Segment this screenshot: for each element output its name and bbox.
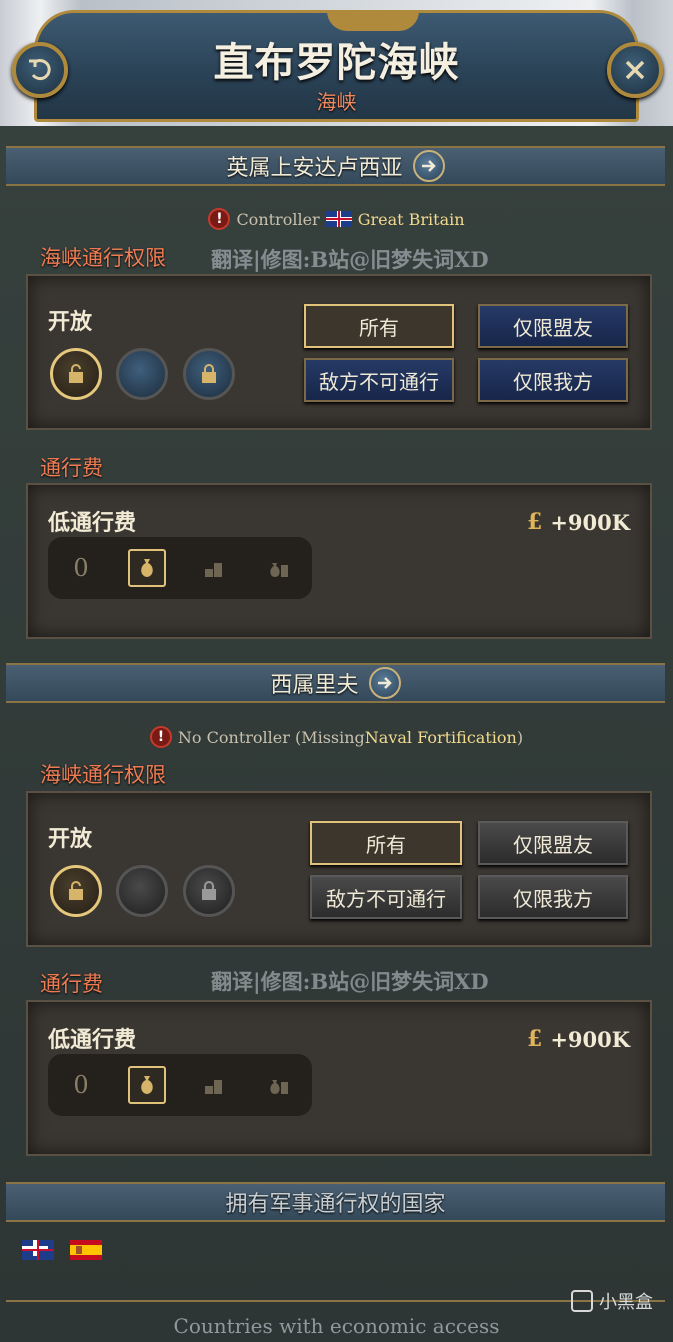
- controller-name[interactable]: Great Britain: [358, 210, 465, 229]
- toll-medium-button[interactable]: [194, 1066, 232, 1104]
- neutral-lock-button[interactable]: [116, 865, 168, 917]
- access-panel: 开放 所有 仅限盟友 敌方不可通行 仅限我方: [26, 274, 652, 430]
- controller-suffix: ): [516, 727, 524, 747]
- province-banner-2: 西属里夫: [6, 663, 665, 703]
- toll-low-button[interactable]: [128, 1066, 166, 1104]
- closed-lock-button[interactable]: [183, 865, 235, 917]
- toll-selector: 0: [48, 1054, 312, 1116]
- toll-panel: 低通行费 £ +900K 0: [26, 1000, 652, 1156]
- option-all-button[interactable]: 所有: [304, 304, 454, 348]
- closed-lock-icon: [202, 364, 216, 383]
- toll-label: 通行费: [40, 972, 103, 996]
- open-lock-icon: [69, 364, 83, 383]
- uk-flag-icon: [325, 211, 352, 227]
- option-no-enemy-button[interactable]: 敌方不可通行: [304, 358, 454, 402]
- option-self-only-button[interactable]: 仅限我方: [478, 358, 628, 402]
- neutral-lock-button[interactable]: [116, 348, 168, 400]
- toll-none-button[interactable]: 0: [62, 1066, 100, 1104]
- crest-ornament: [327, 11, 419, 31]
- toll-state: 低通行费: [48, 1027, 137, 1053]
- controller-line: ! No Controller (Missing Naval Fortifica…: [0, 726, 673, 748]
- toll-value: +900K: [550, 509, 630, 535]
- option-all-button[interactable]: 所有: [310, 821, 462, 865]
- option-no-enemy-button[interactable]: 敌方不可通行: [310, 875, 462, 919]
- toll-high-button[interactable]: [260, 1066, 298, 1104]
- open-lock-icon: [69, 881, 83, 900]
- toll-medium-button[interactable]: [194, 549, 232, 587]
- controller-line: ! Controller Great Britain: [0, 208, 673, 230]
- open-lock-button[interactable]: [50, 348, 102, 400]
- back-arrow-icon: [29, 59, 51, 80]
- coin-stack-icon: [205, 1080, 222, 1094]
- page-title: 直布罗陀海峡: [213, 39, 460, 86]
- arrow-right-icon: [377, 677, 392, 689]
- brand-text: 小黑盒: [599, 1292, 653, 1313]
- province-name: 英属上安达卢西亚: [226, 156, 403, 181]
- goto-province-button[interactable]: [368, 667, 401, 699]
- money-bag-small-icon: [141, 1076, 153, 1094]
- watermark: 翻译|修图:B站@旧梦失词XD: [211, 969, 489, 994]
- military-access-title: 拥有军事通行权的国家: [225, 1192, 446, 1217]
- closed-lock-icon: [202, 881, 216, 900]
- close-button[interactable]: [607, 42, 663, 98]
- uk-flag-icon[interactable]: [22, 1240, 54, 1260]
- money-bags-icon: [270, 563, 288, 577]
- toll-label: 通行费: [40, 456, 103, 480]
- pound-icon: £: [527, 1026, 543, 1052]
- toll-income: £ +900K: [527, 509, 630, 535]
- warning-icon: !: [208, 208, 231, 230]
- strait-panel: 直布罗陀海峡 海峡 英属上安达卢西亚 ! Controller Great Br…: [0, 0, 673, 1342]
- military-access-countries: [22, 1240, 102, 1260]
- toll-state: 低通行费: [48, 510, 137, 536]
- arrow-right-icon: [421, 160, 436, 172]
- access-panel: 开放 所有 仅限盟友 敌方不可通行 仅限我方: [26, 791, 652, 947]
- pound-icon: £: [527, 509, 543, 535]
- province-banner-1: 英属上安达卢西亚: [6, 146, 665, 186]
- brand-watermark: 小黑盒: [571, 1288, 653, 1314]
- close-icon: [625, 60, 645, 80]
- toll-high-button[interactable]: [260, 549, 298, 587]
- economic-access-title: Countries with economic access: [173, 1314, 500, 1338]
- closed-lock-button[interactable]: [183, 348, 235, 400]
- header: 直布罗陀海峡 海峡: [0, 0, 673, 126]
- back-button[interactable]: [12, 42, 68, 98]
- watermark: 翻译|修图:B站@旧梦失词XD: [211, 247, 489, 272]
- money-bags-icon: [270, 1080, 288, 1094]
- divider: [6, 1300, 665, 1302]
- controller-label: No Controller (Missing: [177, 727, 365, 747]
- missing-building[interactable]: Naval Fortification: [365, 728, 517, 747]
- goto-province-button[interactable]: [412, 150, 445, 182]
- coin-stack-icon: [205, 563, 222, 577]
- toll-income: £ +900K: [527, 1026, 630, 1052]
- access-state: 开放: [48, 826, 93, 852]
- money-bag-small-icon: [141, 559, 153, 577]
- access-state: 开放: [48, 309, 93, 335]
- warning-icon: !: [149, 726, 172, 748]
- access-label: 海峡通行权限: [40, 763, 166, 787]
- toll-selector: 0: [48, 537, 312, 599]
- toll-value: +900K: [550, 1026, 630, 1052]
- spain-flag-icon[interactable]: [70, 1240, 102, 1260]
- option-allies-button[interactable]: 仅限盟友: [478, 304, 628, 348]
- access-label: 海峡通行权限: [40, 246, 166, 270]
- military-access-banner: 拥有军事通行权的国家: [6, 1182, 665, 1222]
- open-lock-button[interactable]: [50, 865, 102, 917]
- brand-logo-icon: [571, 1290, 593, 1312]
- toll-panel: 低通行费 £ +900K 0: [26, 483, 652, 639]
- page-subtitle: 海峡: [316, 90, 357, 114]
- toll-low-button[interactable]: [128, 549, 166, 587]
- option-self-only-button[interactable]: 仅限我方: [478, 875, 628, 919]
- controller-label: Controller: [236, 209, 320, 229]
- option-allies-button[interactable]: 仅限盟友: [478, 821, 628, 865]
- province-name: 西属里夫: [270, 673, 359, 698]
- toll-none-button[interactable]: 0: [62, 549, 100, 587]
